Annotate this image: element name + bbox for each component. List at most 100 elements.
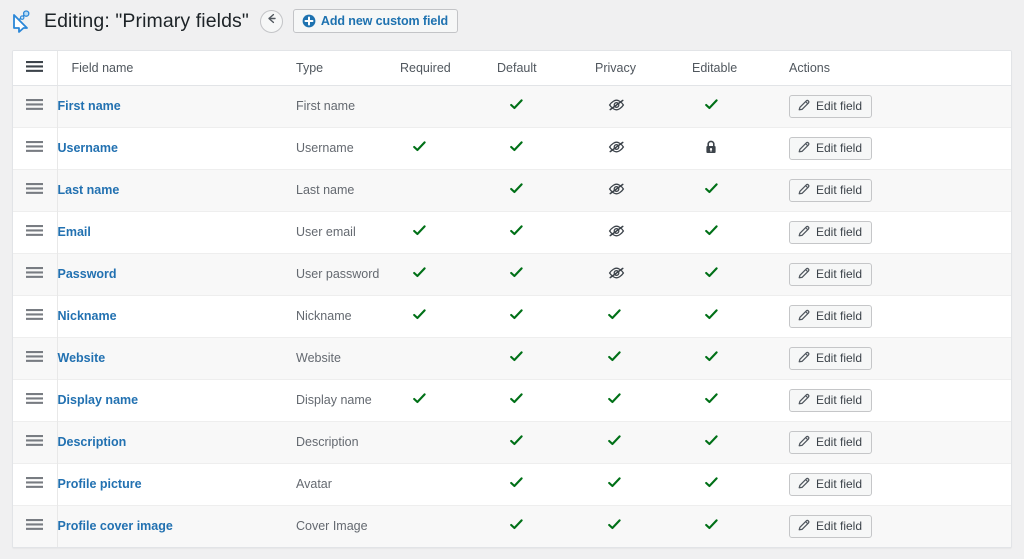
row-drag-handle-cell[interactable] [13,336,58,379]
field-required-cell [400,168,497,211]
menu-icon [26,60,44,73]
field-name-cell: Last name [57,168,296,211]
field-required-cell [400,126,497,169]
edit-field-button[interactable]: Edit field [789,430,873,454]
field-required-cell [400,252,497,295]
field-default-cell [497,168,595,211]
field-default-cell [497,462,595,505]
edit-field-button[interactable]: Edit field [789,94,873,118]
field-default-cell [497,378,595,421]
row-drag-handle-cell[interactable] [13,294,58,337]
check-icon [510,98,523,114]
drag-handle-icon[interactable] [26,350,44,363]
field-name-cell: Profile picture [57,462,296,505]
table-row: Profile picture Avatar Edit field [13,462,1011,505]
field-name-cell: Website [57,336,296,379]
drag-handle-icon[interactable] [26,392,44,405]
row-drag-handle-cell[interactable] [13,462,58,505]
field-type-cell: Username [296,126,400,169]
field-name-link[interactable]: Profile cover image [58,519,173,533]
field-name-link[interactable]: Website [58,351,106,365]
edit-field-button[interactable]: Edit field [789,178,873,202]
edit-field-label: Edit field [816,183,863,197]
field-default-cell [497,336,595,379]
field-name-link[interactable]: Profile picture [58,477,142,491]
edit-field-button[interactable]: Edit field [789,346,873,370]
check-icon [413,392,426,408]
field-name-link[interactable]: Nickname [58,309,117,323]
field-name-link[interactable]: Last name [58,183,120,197]
pencil-icon [797,308,811,325]
edit-field-button[interactable]: Edit field [789,472,873,496]
table-header-row: Field name Type Required Default Privacy… [13,51,1011,86]
drag-handle-icon[interactable] [26,518,44,531]
edit-field-button[interactable]: Edit field [789,304,873,328]
field-privacy-cell [595,294,692,337]
edit-field-button[interactable]: Edit field [789,262,873,286]
row-drag-handle-cell[interactable] [13,252,58,295]
pencil-icon [797,98,811,115]
column-header-type[interactable]: Type [296,51,400,86]
field-default-cell [497,294,595,337]
table-row: Last name Last name Edit field [13,168,1011,211]
row-drag-handle-cell[interactable] [13,420,58,463]
row-drag-handle-cell[interactable] [13,378,58,421]
row-drag-handle-cell[interactable] [13,126,58,169]
field-actions-cell: Edit field [789,504,1011,547]
field-editable-cell [692,252,789,295]
field-name-link[interactable]: Username [58,141,118,155]
edit-field-label: Edit field [816,141,863,155]
add-new-custom-field-label: Add new custom field [320,14,449,28]
field-name-cell: First name [57,85,296,127]
edit-field-label: Edit field [816,351,863,365]
field-editable-cell [692,168,789,211]
check-icon [608,434,621,450]
drag-handle-icon[interactable] [26,434,44,447]
check-icon [705,308,718,324]
field-name-link[interactable]: First name [58,99,121,113]
drag-handle-icon[interactable] [26,182,44,195]
column-header-field-name[interactable]: Field name [57,51,296,86]
field-actions-cell: Edit field [789,252,1011,295]
drag-handle-icon[interactable] [26,224,44,237]
column-header-required[interactable]: Required [400,51,497,86]
drag-handle-icon[interactable] [26,140,44,153]
back-button[interactable] [259,9,283,33]
field-editable-cell [692,294,789,337]
row-drag-handle-cell[interactable] [13,210,58,253]
field-type-cell: Last name [296,168,400,211]
field-type-cell: Display name [296,378,400,421]
row-drag-handle-cell[interactable] [13,85,58,127]
edit-field-button[interactable]: Edit field [789,136,873,160]
edit-field-button[interactable]: Edit field [789,388,873,412]
drag-handle-icon[interactable] [26,476,44,489]
add-new-custom-field-button[interactable]: Add new custom field [292,9,459,33]
field-editable-cell [692,336,789,379]
edit-field-button[interactable]: Edit field [789,514,873,538]
field-required-cell [400,294,497,337]
field-name-link[interactable]: Password [58,267,117,281]
row-drag-handle-cell[interactable] [13,504,58,547]
edit-field-button[interactable]: Edit field [789,220,873,244]
field-actions-cell: Edit field [789,378,1011,421]
column-header-privacy[interactable]: Privacy [595,51,692,86]
field-name-link[interactable]: Email [58,225,91,239]
column-header-editable[interactable]: Editable [692,51,789,86]
field-name-link[interactable]: Display name [58,393,139,407]
drag-handle-icon[interactable] [26,98,44,111]
row-drag-handle-cell[interactable] [13,168,58,211]
plus-circle-icon [302,14,316,28]
field-actions-cell: Edit field [789,462,1011,505]
check-icon [705,350,718,366]
drag-handle-icon[interactable] [26,308,44,321]
check-icon [413,224,426,240]
column-header-default[interactable]: Default [497,51,595,86]
field-editable-cell [692,420,789,463]
eye-slash-icon [608,224,625,241]
field-name-link[interactable]: Description [58,435,127,449]
drag-handle-icon[interactable] [26,266,44,279]
check-icon [510,140,523,156]
pencil-icon [797,140,811,157]
table-row: Description Description Edit field [13,420,1011,463]
field-type-cell: User password [296,252,400,295]
